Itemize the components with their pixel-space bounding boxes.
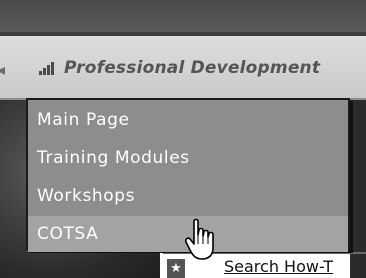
star-icon[interactable]: ★	[167, 259, 185, 278]
menu-item-main-page[interactable]: Main Page	[28, 102, 348, 138]
nav-item-label: Professional Development	[64, 58, 321, 78]
menu-item-workshops[interactable]: Workshops	[28, 178, 348, 214]
menu-item-training-modules[interactable]: Training Modules	[28, 140, 348, 176]
page-viewport: ◂ Professional Development ★ Search How-…	[0, 0, 366, 278]
hand-pointer-icon	[185, 218, 214, 260]
main-nav-bar: ◂ Professional Development	[0, 36, 366, 100]
bars-icon	[38, 59, 58, 77]
search-how-to-link[interactable]: Search How-T	[224, 257, 333, 276]
nav-left-arrow-icon[interactable]: ◂	[0, 60, 5, 79]
top-header-bar	[0, 0, 366, 36]
nav-item-professional-development[interactable]: Professional Development	[38, 58, 320, 78]
